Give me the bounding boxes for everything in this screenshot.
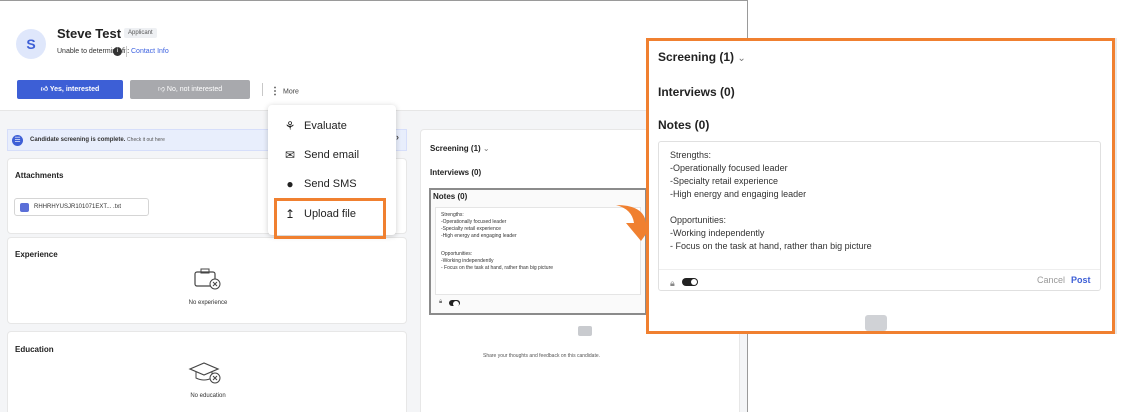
notes-title: Notes (0): [658, 118, 710, 132]
email-icon: ✉: [284, 148, 296, 162]
screening-section[interactable]: Screening (1) ⌄: [430, 144, 490, 153]
chevron-down-icon: ⌄: [737, 53, 746, 64]
note-line: - Focus on the task at hand, rather than…: [670, 241, 872, 251]
cancel-button[interactable]: Cancel: [1037, 275, 1065, 285]
divider: [659, 269, 1100, 291]
yes-interested-label: Yes, interested: [49, 86, 100, 93]
interviews-section[interactable]: Interviews (0): [658, 85, 735, 99]
banner-link[interactable]: Check it out here: [127, 137, 165, 143]
chevron-right-icon[interactable]: ›: [396, 132, 399, 142]
thumbs-up-icon: 👍︎: [40, 86, 50, 93]
private-toggle[interactable]: [682, 278, 698, 286]
not-interested-label: No, not interested: [166, 86, 223, 93]
chat-icon: [865, 315, 887, 331]
experience-card: Experience No experience: [7, 237, 407, 324]
divider: [126, 46, 127, 57]
note-line: Strengths:: [441, 212, 464, 218]
note-line: Strengths:: [670, 150, 712, 160]
more-label: More: [283, 88, 299, 96]
divider: [262, 83, 263, 96]
briefcase-icon: [194, 268, 221, 290]
info-icon[interactable]: i: [113, 47, 122, 56]
chevron-down-icon: ⌄: [482, 144, 490, 153]
lock-icon: 🔒︎: [670, 278, 675, 288]
note-line: -Specialty retail experience: [441, 226, 502, 232]
annotated-screenshot: S Steve Test Applicant Unable to determi…: [0, 0, 1124, 412]
menu-item-evaluate[interactable]: ⚘ Evaluate: [268, 115, 396, 139]
note-line: -Working independently: [441, 258, 494, 264]
not-interested-button[interactable]: 👎︎ No, not interested: [130, 80, 250, 99]
menu-label: Evaluate: [304, 120, 347, 132]
private-toggle[interactable]: [449, 300, 460, 307]
file-name: RHHRHYUSJR101071EXT... .txt: [34, 204, 122, 210]
education-card: Education No education: [7, 331, 407, 412]
upload-file-highlight: [274, 198, 386, 239]
menu-item-send-sms[interactable]: ● Send SMS: [268, 173, 396, 197]
notes-textarea[interactable]: Strengths: -Operationally focused leader…: [658, 141, 1101, 291]
evaluate-icon: ⚘: [284, 119, 296, 133]
sms-icon: ●: [286, 177, 294, 191]
divider: [1115, 38, 1117, 334]
candidate-name: Steve Test: [57, 26, 122, 41]
notes-textarea[interactable]: Strengths: -Operationally focused leader…: [435, 207, 641, 295]
note-line: -High energy and engaging leader: [441, 233, 517, 239]
education-title: Education: [15, 345, 54, 354]
status-badge: Applicant: [124, 28, 157, 38]
file-icon: [20, 203, 29, 212]
chat-icon: [578, 326, 592, 336]
menu-item-send-email[interactable]: ✉ Send email: [268, 144, 396, 168]
clipboard-icon: ☰: [12, 135, 23, 146]
graduation-cap-icon: [188, 362, 221, 384]
banner-text: Candidate screening is complete. Check i…: [30, 137, 165, 143]
note-line: Opportunities:: [441, 251, 473, 257]
post-button[interactable]: Post: [1071, 275, 1091, 285]
contact-info-link[interactable]: Contact Info: [131, 48, 169, 55]
notes-title: Notes (0): [433, 192, 468, 201]
note-line: -Specialty retail experience: [670, 176, 779, 186]
note-line: -Operationally focused leader: [441, 219, 507, 225]
screening-section[interactable]: Screening (1) ⌄: [658, 50, 746, 64]
education-empty-text: No education: [190, 393, 226, 399]
kebab-icon: ⋮: [270, 86, 280, 97]
menu-label: Send email: [304, 149, 360, 161]
note-line: - Focus on the task at hand, rather than…: [441, 265, 554, 271]
note-line: -High energy and engaging leader: [670, 189, 807, 199]
interviews-section[interactable]: Interviews (0): [430, 168, 481, 177]
attachment-file[interactable]: RHHRHYUSJR101071EXT... .txt: [14, 198, 149, 216]
note-line: -Working independently: [670, 228, 765, 238]
note-line: Opportunities:: [670, 215, 727, 225]
thumbs-down-icon: 👎︎: [157, 86, 167, 93]
notes-zoom-callout: Screening (1) ⌄ Interviews (0) Notes (0)…: [646, 38, 1115, 334]
attachments-title: Attachments: [15, 171, 64, 180]
lock-icon: 🔒︎: [439, 299, 443, 305]
experience-title: Experience: [15, 250, 58, 259]
more-button[interactable]: ⋮ More: [270, 86, 299, 97]
avatar: S: [16, 29, 46, 59]
share-feedback-text: Share your thoughts and feedback on this…: [483, 353, 601, 359]
candidate-header: S Steve Test Applicant Unable to determi…: [0, 1, 747, 111]
yes-interested-button[interactable]: 👍︎ Yes, interested: [17, 80, 123, 99]
note-line: -Operationally focused leader: [670, 163, 788, 173]
menu-label: Send SMS: [304, 178, 357, 190]
experience-empty-text: No experience: [188, 300, 228, 306]
